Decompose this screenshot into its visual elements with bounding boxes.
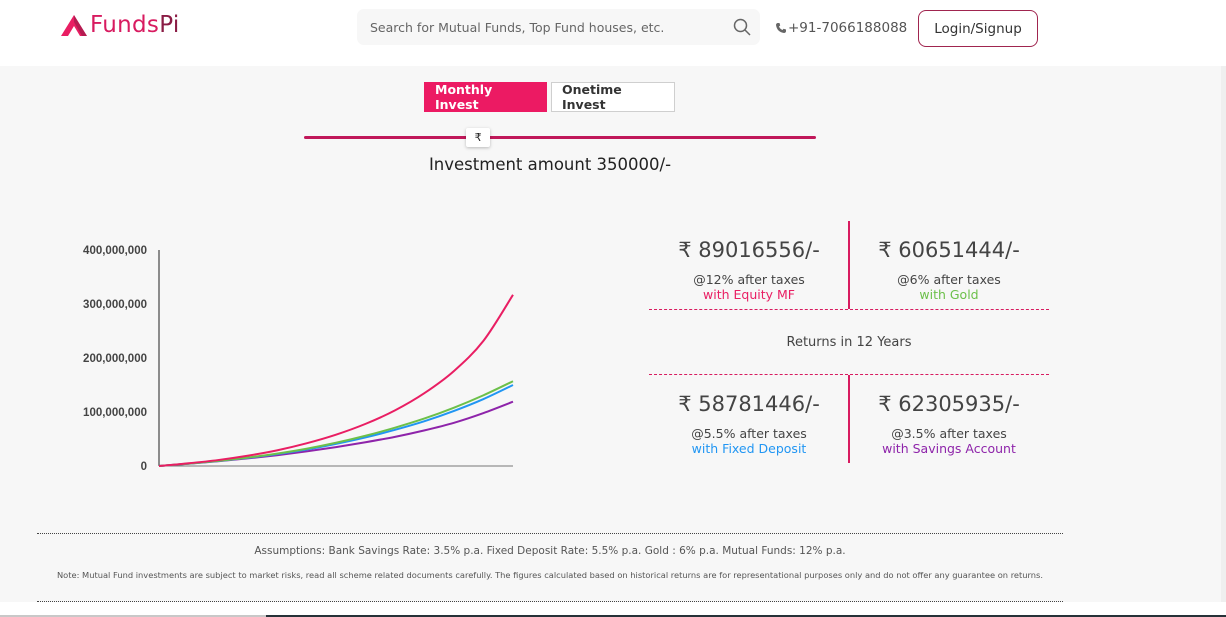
logo-arrow-icon bbox=[61, 15, 87, 36]
return-rate: @3.5% after taxes bbox=[891, 426, 1007, 441]
logo-text: FundsPi bbox=[90, 12, 180, 38]
return-amount: ₹ 62305935/- bbox=[878, 392, 1020, 416]
return-instrument: with Fixed Deposit bbox=[691, 441, 807, 456]
series-line-fixed-deposit bbox=[158, 384, 514, 467]
search-input[interactable] bbox=[357, 19, 717, 35]
return-gold: ₹ 60651444/- @6% after taxes with Gold bbox=[849, 238, 1049, 302]
top-header: FundsPi +91-7066188088 Login/Signup bbox=[0, 0, 1226, 66]
return-amount: ₹ 89016556/- bbox=[678, 238, 820, 262]
phone-contact[interactable]: +91-7066188088 bbox=[775, 20, 907, 36]
footer-divider-bottom bbox=[37, 601, 1063, 602]
phone-icon bbox=[776, 23, 786, 33]
scrollbar[interactable] bbox=[1221, 66, 1226, 606]
return-amount: ₹ 60651444/- bbox=[878, 238, 1020, 262]
return-rate: @12% after taxes bbox=[693, 272, 805, 287]
investment-amount-label: Investment amount 350000/- bbox=[428, 155, 672, 174]
y-tick-label: 100,000,000 bbox=[83, 407, 147, 419]
return-savings-account: ₹ 62305935/- @3.5% after taxes with Savi… bbox=[849, 392, 1049, 456]
return-instrument: with Equity MF bbox=[703, 287, 795, 302]
y-tick-label: 300,000,000 bbox=[83, 299, 147, 311]
series-line-equity-mf bbox=[158, 294, 514, 467]
slider-thumb[interactable]: ₹ bbox=[466, 128, 491, 147]
invest-mode-tabs: Monthly Invest Onetime Invest bbox=[424, 82, 675, 112]
return-instrument: with Gold bbox=[919, 287, 979, 302]
fundspi-logo[interactable]: FundsPi bbox=[60, 10, 180, 40]
y-tick-label: 0 bbox=[141, 461, 147, 473]
phone-number: +91-7066188088 bbox=[788, 20, 908, 36]
y-tick-label: 200,000,000 bbox=[83, 353, 147, 365]
search-icon[interactable] bbox=[732, 17, 752, 37]
assumptions-text: Assumptions: Bank Savings Rate: 3.5% p.a… bbox=[254, 545, 846, 557]
returns-line-chart: 0 100,000,000 200,000,000 300,000,000 400,00… bbox=[83, 245, 514, 473]
tab-monthly-invest[interactable]: Monthly Invest bbox=[424, 82, 547, 112]
return-fixed-deposit: ₹ 58781446/- @5.5% after taxes with Fixe… bbox=[649, 392, 849, 456]
divider-dashed-top bbox=[649, 309, 1049, 310]
search-bar bbox=[357, 9, 760, 45]
return-equity-mf: ₹ 89016556/- @12% after taxes with Equit… bbox=[649, 238, 849, 302]
returns-summary: Returns in 12 Years ₹ 89016556/- @12% af… bbox=[649, 221, 1049, 463]
series-line-gold bbox=[158, 380, 514, 467]
return-instrument: with Savings Account bbox=[882, 441, 1016, 456]
login-signup-button[interactable]: Login/Signup bbox=[918, 10, 1038, 47]
returns-chart: 0 100,000,000 200,000,000 300,000,000 400,00… bbox=[60, 235, 530, 485]
return-rate: @5.5% after taxes bbox=[691, 426, 807, 441]
return-rate: @6% after taxes bbox=[897, 272, 1001, 287]
y-tick-label: 400,000,000 bbox=[83, 245, 147, 257]
return-amount: ₹ 58781446/- bbox=[678, 392, 820, 416]
investment-amount-slider[interactable]: ₹ bbox=[304, 128, 816, 147]
slider-track[interactable] bbox=[304, 136, 816, 139]
tab-onetime-invest[interactable]: Onetime Invest bbox=[551, 82, 675, 112]
disclaimer-note: Note: Mutual Fund investments are subjec… bbox=[56, 570, 1044, 580]
returns-title: Returns in 12 Years bbox=[786, 335, 912, 350]
footer-divider-top bbox=[37, 533, 1063, 534]
